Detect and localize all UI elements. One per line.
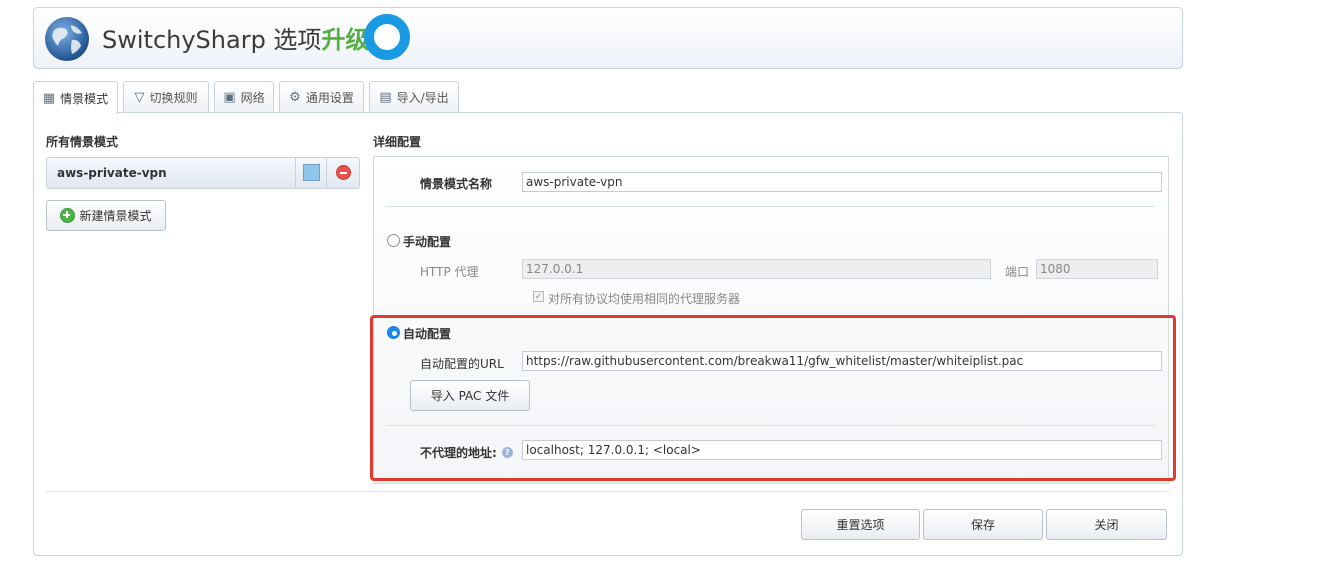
gear-icon: ⚙ bbox=[289, 90, 301, 105]
port-label: 端口 bbox=[1005, 265, 1030, 279]
tab-general-settings[interactable]: ⚙ 通用设置 bbox=[279, 81, 364, 113]
app-title: SwitchySharp 选项升级 bbox=[102, 26, 370, 54]
divider bbox=[386, 206, 1155, 207]
color-swatch bbox=[303, 164, 320, 181]
save-icon: ▤ bbox=[379, 90, 392, 105]
profiles-list-title: 所有情景模式 bbox=[46, 135, 119, 149]
upgrade-link[interactable]: 升级 bbox=[321, 26, 369, 54]
http-proxy-label: HTTP 代理 bbox=[420, 265, 479, 279]
close-button[interactable]: 关闭 bbox=[1046, 509, 1167, 540]
reset-button[interactable]: 重置选项 bbox=[801, 509, 920, 540]
network-icon: ▣ bbox=[223, 90, 236, 105]
save-button[interactable]: 保存 bbox=[923, 509, 1043, 540]
profile-name: aws-private-vpn bbox=[57, 166, 167, 180]
tab-import-export[interactable]: ▤ 导入/导出 bbox=[369, 81, 459, 113]
same-proxy-checkbox[interactable]: ✓ bbox=[533, 291, 544, 302]
profile-name-input[interactable]: aws-private-vpn bbox=[522, 172, 1162, 192]
highlight-box bbox=[370, 315, 1176, 481]
same-proxy-label: 对所有协议均使用相同的代理服务器 bbox=[548, 292, 741, 306]
manual-config-radio[interactable] bbox=[387, 234, 400, 247]
manual-config-label: 手动配置 bbox=[403, 235, 452, 249]
delete-profile-button[interactable] bbox=[326, 158, 360, 188]
globe-icon bbox=[45, 17, 89, 61]
tab-profiles[interactable]: ▦ 情景模式 bbox=[33, 81, 118, 114]
filter-icon: ▽ bbox=[134, 90, 145, 105]
profile-name-label: 情景模式名称 bbox=[420, 177, 493, 191]
tab-network[interactable]: ▣ 网络 bbox=[214, 81, 274, 113]
port-input[interactable]: 1080 bbox=[1036, 259, 1158, 279]
profile-list-item[interactable]: aws-private-vpn bbox=[46, 157, 360, 189]
footer-divider bbox=[46, 491, 1169, 492]
tab-switch-rules[interactable]: ▽ 切换规则 bbox=[123, 81, 209, 113]
add-icon bbox=[60, 208, 76, 223]
app-header: SwitchySharp 选项升级 bbox=[33, 7, 1183, 69]
profile-icon: ▦ bbox=[42, 90, 56, 106]
new-profile-button[interactable]: 新建情景模式 bbox=[46, 200, 166, 231]
http-proxy-input[interactable]: 127.0.0.1 bbox=[522, 259, 991, 279]
profile-color-picker[interactable] bbox=[295, 158, 325, 188]
detail-title: 详细配置 bbox=[373, 135, 422, 149]
status-ring-icon bbox=[364, 14, 410, 60]
delete-icon bbox=[336, 165, 351, 180]
